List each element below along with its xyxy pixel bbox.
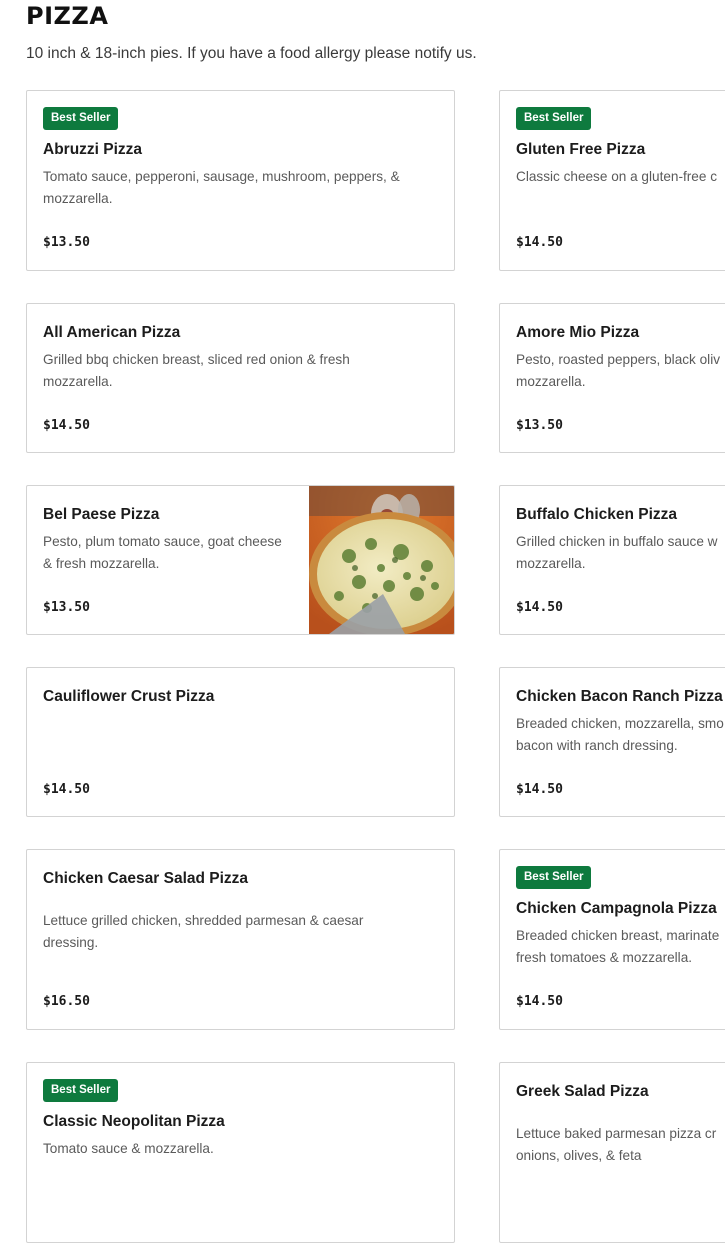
pizza-photo <box>309 486 454 634</box>
item-description: Pesto, roasted peppers, black oliv mozza… <box>516 352 721 389</box>
item-description: Pesto, plum tomato sauce, goat cheese & … <box>43 534 282 571</box>
menu-item-card[interactable]: Bel Paese Pizza Pesto, plum tomato sauce… <box>26 485 455 635</box>
item-name: Chicken Caesar Salad Pizza <box>43 870 249 887</box>
item-price: $14.50 <box>43 782 90 797</box>
item-name: All American Pizza <box>43 324 181 341</box>
best-seller-badge: Best Seller <box>43 107 119 130</box>
menu-item-card[interactable]: Greek Salad Pizza Lettuce baked parmesan… <box>499 1062 725 1243</box>
item-description: Breaded chicken, mozzarella, smo bacon w… <box>516 716 724 753</box>
menu-item-card[interactable]: Best Seller Gluten Free Pizza Classic ch… <box>499 90 725 271</box>
item-price: $14.50 <box>516 235 563 250</box>
item-price: $14.50 <box>43 418 90 433</box>
item-name: Cauliflower Crust Pizza <box>43 688 215 705</box>
menu-item-card[interactable]: Best Seller Chicken Campagnola Pizza Bre… <box>499 849 725 1030</box>
item-name: Greek Salad Pizza <box>516 1083 649 1100</box>
item-name: Amore Mio Pizza <box>516 324 640 341</box>
item-price: $14.50 <box>516 782 563 797</box>
item-price: $14.50 <box>516 994 563 1009</box>
item-description: Breaded chicken breast, marinate fresh t… <box>516 928 720 965</box>
item-description: Tomato sauce, pepperoni, sausage, mushro… <box>43 169 400 206</box>
item-price: $16.50 <box>43 994 90 1009</box>
item-description: Tomato sauce & mozzarella. <box>43 1141 214 1156</box>
section-subtitle: 10 inch & 18-inch pies. If you have a fo… <box>26 45 477 62</box>
item-name: Chicken Bacon Ranch Pizza <box>516 688 723 705</box>
item-name: Chicken Campagnola Pizza <box>516 900 717 917</box>
item-price: $13.50 <box>516 418 563 433</box>
best-seller-badge: Best Seller <box>516 107 592 130</box>
section-title: PIZZA <box>26 2 109 30</box>
item-name: Bel Paese Pizza <box>43 506 160 523</box>
menu-item-card[interactable]: All American Pizza Grilled bbq chicken b… <box>26 303 455 453</box>
item-description: Lettuce grilled chicken, shredded parmes… <box>43 913 364 950</box>
item-description: Classic cheese on a gluten-free c <box>516 169 717 184</box>
best-seller-badge: Best Seller <box>43 1079 119 1102</box>
item-name: Abruzzi Pizza <box>43 141 143 158</box>
item-description: Lettuce baked parmesan pizza cr onions, … <box>516 1126 717 1163</box>
item-name: Classic Neopolitan Pizza <box>43 1113 225 1130</box>
item-price: $14.50 <box>516 600 563 615</box>
menu-item-card[interactable]: Chicken Bacon Ranch Pizza Breaded chicke… <box>499 667 725 817</box>
menu-item-card[interactable]: Best Seller Abruzzi Pizza Tomato sauce, … <box>26 90 455 271</box>
item-price: $13.50 <box>43 235 90 250</box>
menu-item-card[interactable]: Best Seller Classic Neopolitan Pizza Tom… <box>26 1062 455 1243</box>
item-name: Gluten Free Pizza <box>516 141 646 158</box>
item-description: Grilled bbq chicken breast, sliced red o… <box>43 352 350 389</box>
menu-item-card[interactable]: Buffalo Chicken Pizza Grilled chicken in… <box>499 485 725 635</box>
item-price: $13.50 <box>43 600 90 615</box>
menu-item-card[interactable]: Cauliflower Crust Pizza $14.50 <box>26 667 455 817</box>
item-name: Buffalo Chicken Pizza <box>516 506 678 523</box>
menu-item-card[interactable]: Amore Mio Pizza Pesto, roasted peppers, … <box>499 303 725 453</box>
best-seller-badge: Best Seller <box>516 866 592 889</box>
item-description: Grilled chicken in buffalo sauce w mozza… <box>516 534 718 571</box>
menu-item-card[interactable]: Chicken Caesar Salad Pizza Lettuce grill… <box>26 849 455 1030</box>
